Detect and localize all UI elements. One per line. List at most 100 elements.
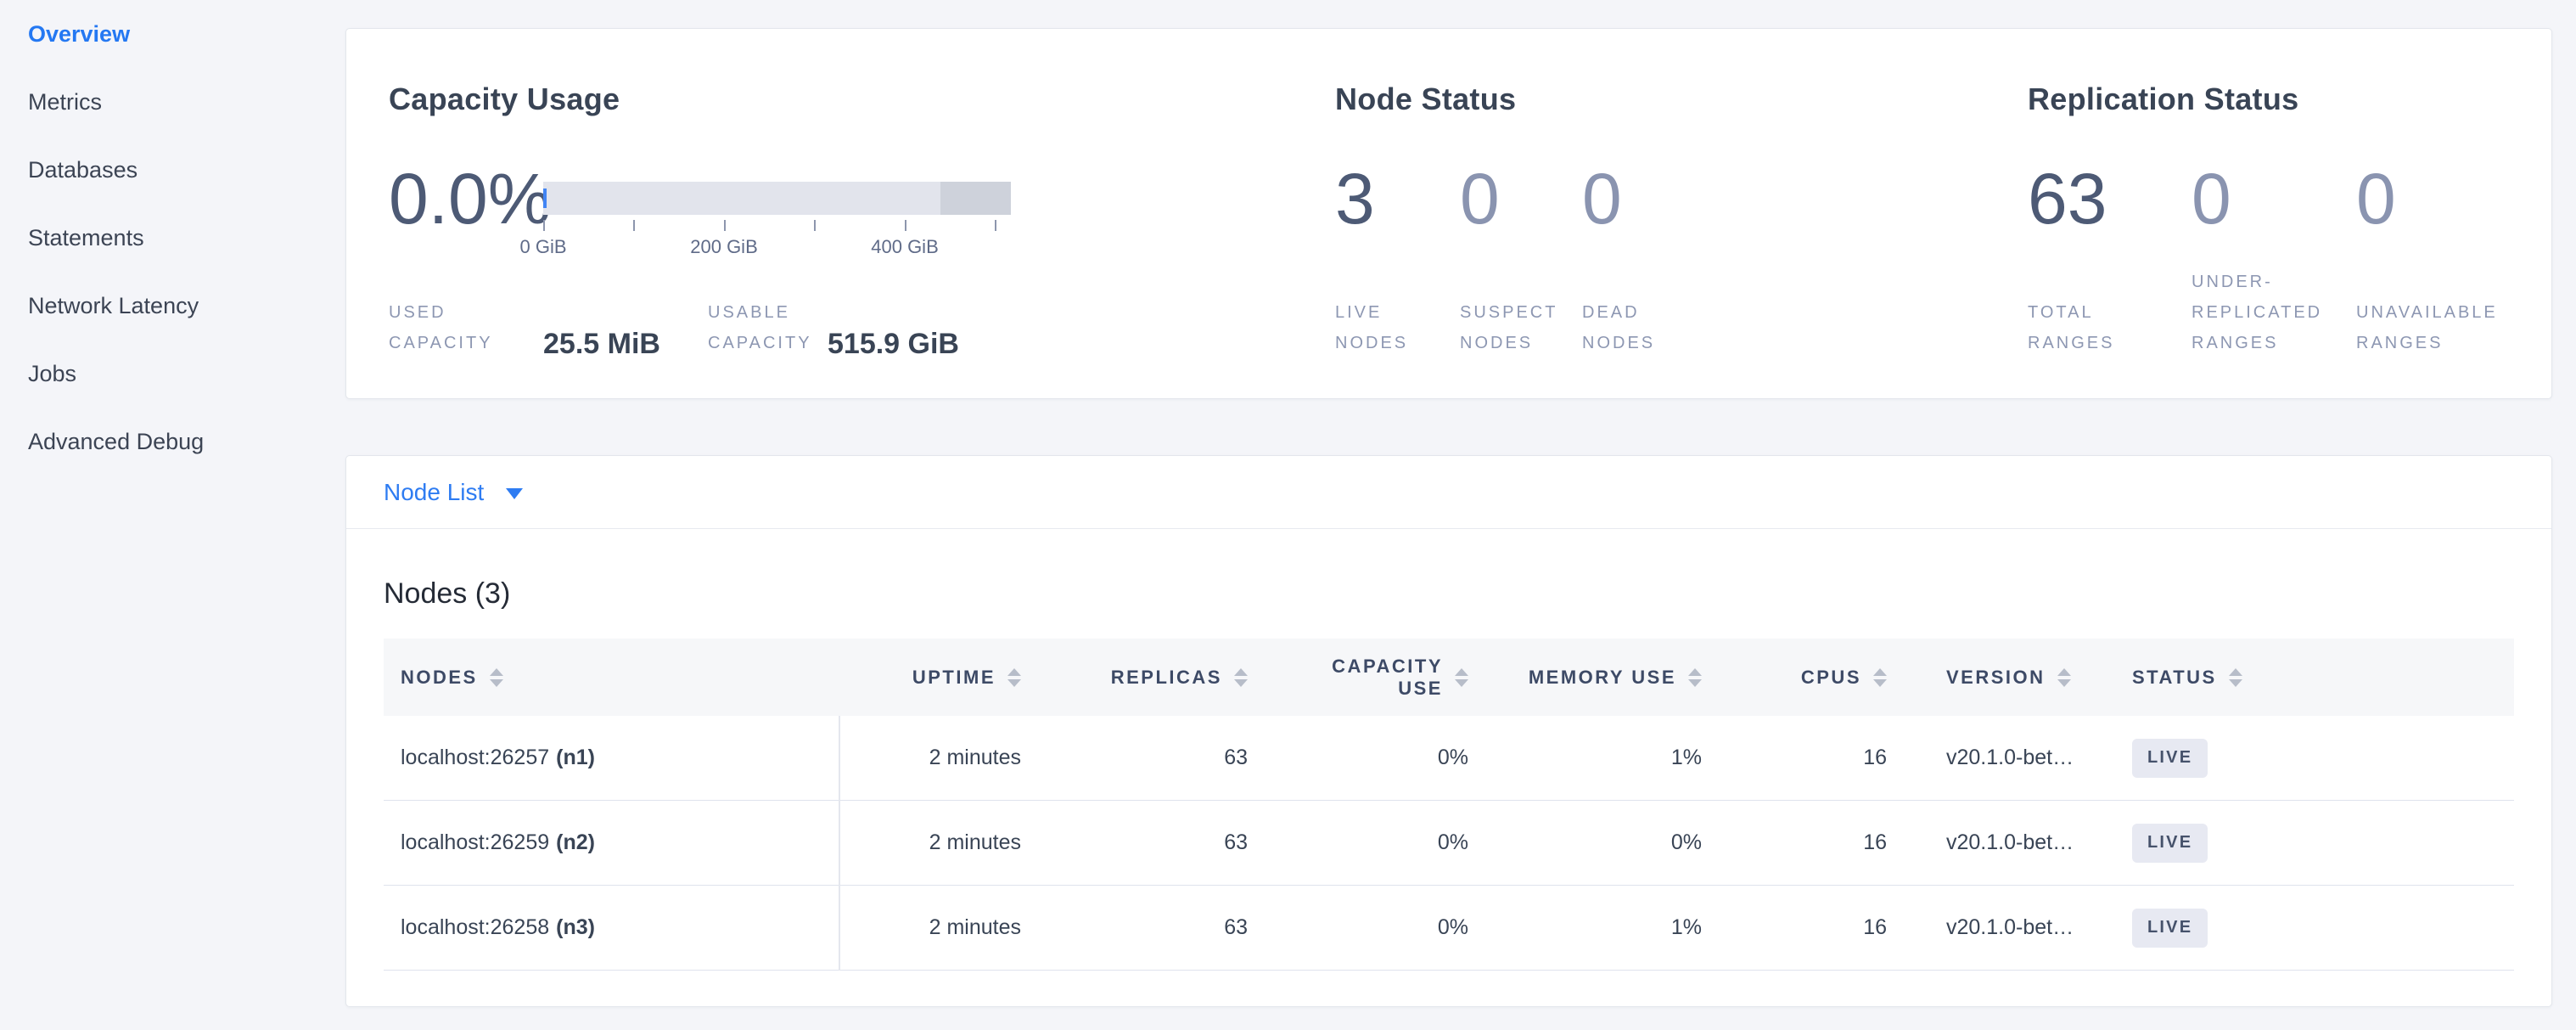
sort-icon xyxy=(1873,668,1887,687)
capacity-bar-used-segment xyxy=(543,189,547,208)
dead-nodes-label: DEAD NODES xyxy=(1582,297,1688,358)
column-header-status[interactable]: STATUS xyxy=(2132,639,2516,716)
status-cell: LIVE xyxy=(2132,801,2516,885)
nodes-table-header: NODES UPTIME REPLICAS CAPACITY USE MEMOR… xyxy=(384,639,2514,716)
capacity-bar-reserved-segment xyxy=(940,182,1011,215)
replicas-cell: 63 xyxy=(1021,801,1248,885)
total-ranges-label: TOTAL RANGES xyxy=(2028,297,2164,358)
capacity-usage-gauge: 0 GiB 200 GiB 400 GiB xyxy=(543,182,1011,275)
suspect-nodes-count: 0 xyxy=(1460,163,1500,234)
node-address-cell: localhost:26258 (n3) xyxy=(384,886,839,970)
total-ranges-count: 63 xyxy=(2028,163,2107,234)
sort-icon xyxy=(2229,668,2242,687)
sidebar: Overview Metrics Databases Statements Ne… xyxy=(0,0,340,1030)
live-nodes-count: 3 xyxy=(1335,163,1375,234)
cpus-cell: 16 xyxy=(1702,716,1887,800)
status-badge: LIVE xyxy=(2132,739,2208,778)
column-header-label: VERSION xyxy=(1946,667,2046,689)
under-replicated-ranges-label: UNDER-REPLICATED RANGES xyxy=(2192,267,2361,358)
uptime-cell: 2 minutes xyxy=(839,886,1021,970)
status-badge: LIVE xyxy=(2132,824,2208,863)
sort-icon xyxy=(1455,668,1468,687)
node-status-title: Node Status xyxy=(1335,82,1516,117)
capacity-usage-title: Capacity Usage xyxy=(389,82,620,117)
axis-label-400gib: 400 GiB xyxy=(854,236,956,258)
view-selector-dropdown[interactable]: Node List xyxy=(346,456,2551,529)
column-header-nodes[interactable]: NODES xyxy=(384,639,839,716)
under-replicated-ranges-count: 0 xyxy=(2192,163,2231,234)
unavailable-ranges-count: 0 xyxy=(2356,163,2396,234)
column-header-capacity-use[interactable]: CAPACITY USE xyxy=(1248,639,1468,716)
cluster-summary-card: Capacity Usage 0.0% 0 GiB 200 GiB 400 Gi… xyxy=(345,28,2552,399)
node-address: localhost:26257 xyxy=(401,746,549,770)
replicas-cell: 63 xyxy=(1021,716,1248,800)
view-selector-label: Node List xyxy=(384,479,484,506)
sidebar-item-overview[interactable]: Overview xyxy=(0,0,340,68)
suspect-nodes-label: SUSPECT NODES xyxy=(1460,297,1566,358)
sort-icon xyxy=(1007,668,1021,687)
node-address: localhost:26258 xyxy=(401,915,549,940)
sort-icon xyxy=(1688,668,1702,687)
uptime-cell: 2 minutes xyxy=(839,716,1021,800)
sidebar-item-advanced-debug[interactable]: Advanced Debug xyxy=(0,408,340,476)
version-cell: v20.1.0-bet… xyxy=(1887,716,2132,800)
sort-icon xyxy=(1234,668,1248,687)
axis-tick xyxy=(633,220,635,231)
live-nodes-label: LIVE NODES xyxy=(1335,297,1441,358)
table-row[interactable]: localhost:26258 (n3) 2 minutes 63 0% 1% … xyxy=(384,886,2514,971)
chevron-down-icon xyxy=(506,488,523,499)
sort-icon xyxy=(2057,668,2071,687)
column-header-label: MEMORY USE xyxy=(1529,667,1676,689)
status-cell: LIVE xyxy=(2132,886,2516,970)
replication-status-title: Replication Status xyxy=(2028,82,2298,117)
column-header-label: NODES xyxy=(401,667,478,689)
axis-label-200gib: 200 GiB xyxy=(673,236,775,258)
sidebar-item-statements[interactable]: Statements xyxy=(0,204,340,272)
dead-nodes-count: 0 xyxy=(1582,163,1622,234)
node-id: (n1) xyxy=(556,746,595,770)
column-header-cpus[interactable]: CPUS xyxy=(1702,639,1887,716)
column-header-label: REPLICAS xyxy=(1111,667,1222,689)
node-address-cell: localhost:26259 (n2) xyxy=(384,801,839,885)
unavailable-ranges-label: UNAVAILABLE RANGES xyxy=(2356,297,2534,358)
table-row[interactable]: localhost:26259 (n2) 2 minutes 63 0% 0% … xyxy=(384,801,2514,886)
capacity-used-percent: 0.0% xyxy=(389,163,551,234)
axis-tick xyxy=(905,220,906,231)
nodes-table: NODES UPTIME REPLICAS CAPACITY USE MEMOR… xyxy=(384,639,2514,971)
column-header-replicas[interactable]: REPLICAS xyxy=(1021,639,1248,716)
column-header-version[interactable]: VERSION xyxy=(1887,639,2132,716)
node-id: (n3) xyxy=(556,915,595,940)
column-header-label: CPUS xyxy=(1801,667,1861,689)
memory-use-cell: 1% xyxy=(1468,716,1702,800)
sidebar-item-jobs[interactable]: Jobs xyxy=(0,340,340,408)
nodes-card: Node List Nodes (3) NODES UPTIME REPLICA… xyxy=(345,455,2552,1007)
sidebar-item-databases[interactable]: Databases xyxy=(0,136,340,204)
version-cell: v20.1.0-bet… xyxy=(1887,886,2132,970)
cpus-cell: 16 xyxy=(1702,886,1887,970)
node-address: localhost:26259 xyxy=(401,830,549,855)
axis-label-0gib: 0 GiB xyxy=(492,236,594,258)
sort-icon xyxy=(490,668,503,687)
usable-capacity-value: 515.9 GiB xyxy=(828,327,959,361)
sidebar-item-network-latency[interactable]: Network Latency xyxy=(0,272,340,340)
axis-tick xyxy=(995,220,996,231)
capacity-use-cell: 0% xyxy=(1248,886,1468,970)
axis-tick xyxy=(814,220,816,231)
column-header-uptime[interactable]: UPTIME xyxy=(839,639,1021,716)
table-row[interactable]: localhost:26257 (n1) 2 minutes 63 0% 1% … xyxy=(384,716,2514,801)
memory-use-cell: 1% xyxy=(1468,886,1702,970)
status-cell: LIVE xyxy=(2132,716,2516,800)
replicas-cell: 63 xyxy=(1021,886,1248,970)
nodes-heading: Nodes (3) xyxy=(384,577,2514,611)
capacity-use-cell: 0% xyxy=(1248,801,1468,885)
column-header-memory-use[interactable]: MEMORY USE xyxy=(1468,639,1702,716)
axis-tick xyxy=(724,220,726,231)
used-capacity-label: USED CAPACITY xyxy=(389,297,525,358)
memory-use-cell: 0% xyxy=(1468,801,1702,885)
column-header-label: CAPACITY USE xyxy=(1290,656,1443,700)
sidebar-item-metrics[interactable]: Metrics xyxy=(0,68,340,136)
node-address-cell: localhost:26257 (n1) xyxy=(384,716,839,800)
cpus-cell: 16 xyxy=(1702,801,1887,885)
capacity-use-cell: 0% xyxy=(1248,716,1468,800)
uptime-cell: 2 minutes xyxy=(839,801,1021,885)
